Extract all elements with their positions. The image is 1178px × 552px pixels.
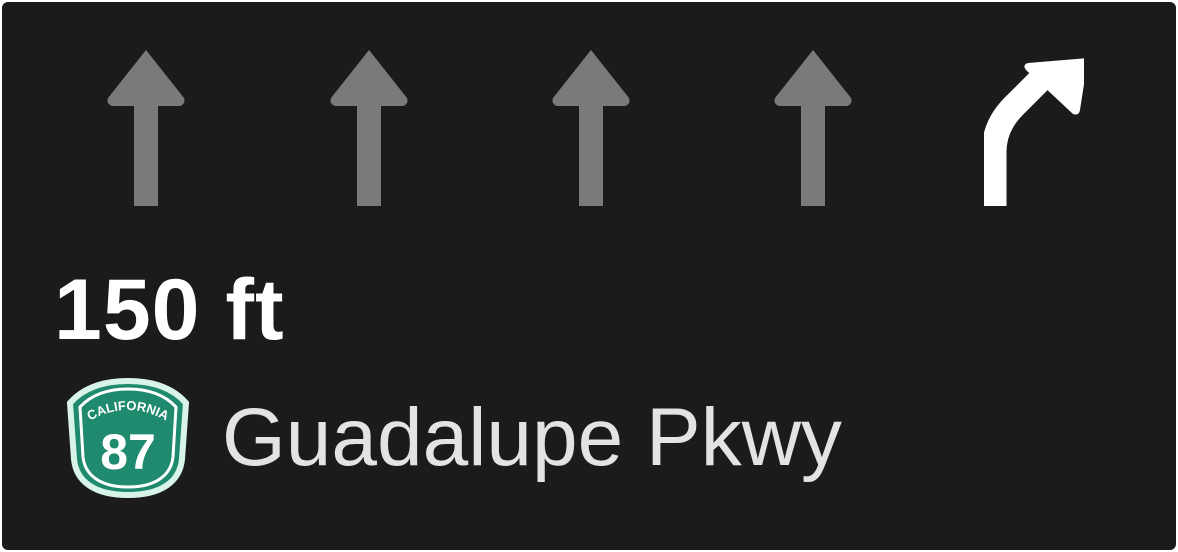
lane-3-straight-arrow-icon bbox=[541, 42, 641, 212]
maneuver-distance: 150 ft bbox=[54, 262, 285, 358]
lane-4-straight-arrow-icon bbox=[763, 42, 863, 212]
lane-guidance bbox=[2, 42, 1176, 212]
shield-route-number: 87 bbox=[100, 424, 156, 480]
lane-2-straight-arrow-icon bbox=[319, 42, 419, 212]
navigation-banner: 150 ft CALIFORNIA 87 Guadalupe Pkwy bbox=[2, 2, 1176, 550]
street-name: Guadalupe Pkwy bbox=[222, 392, 842, 483]
california-route-shield-icon: CALIFORNIA 87 bbox=[64, 377, 192, 499]
street-row: CALIFORNIA 87 Guadalupe Pkwy bbox=[64, 376, 842, 500]
lane-5-slight-right-arrow-icon bbox=[984, 42, 1084, 212]
lane-1-straight-arrow-icon bbox=[96, 42, 196, 212]
